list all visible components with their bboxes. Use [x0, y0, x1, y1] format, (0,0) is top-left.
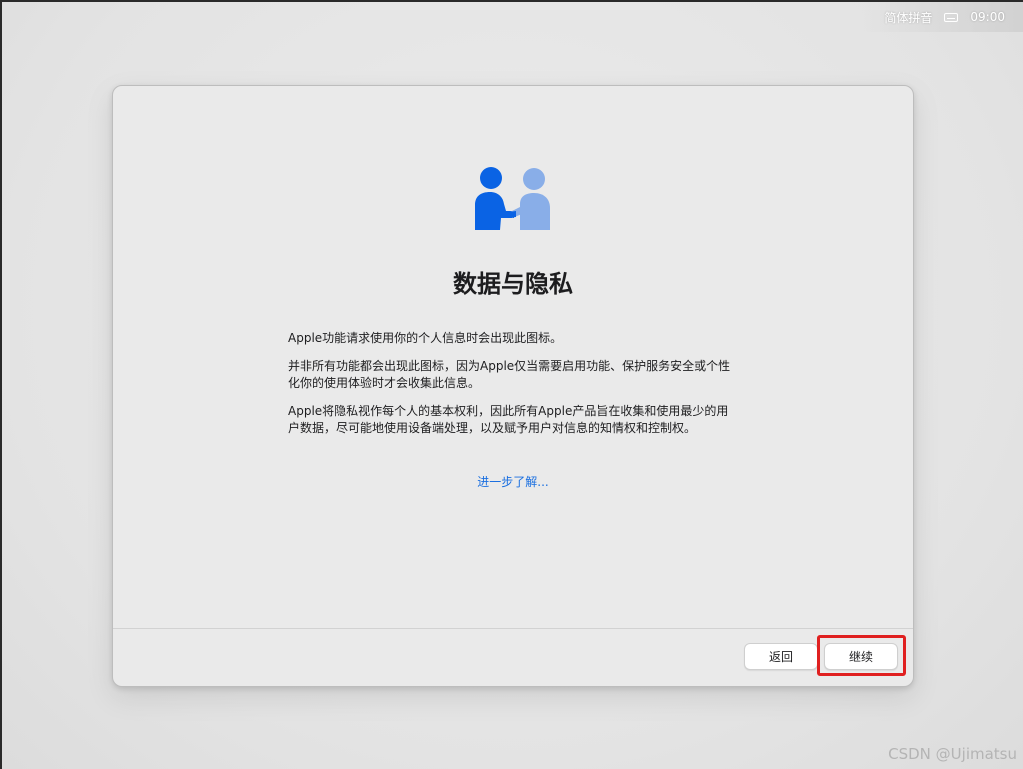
menu-bar-status: 简体拼音 09:00 [863, 2, 1023, 32]
page-title: 数据与隐私 [453, 270, 573, 298]
clock-time[interactable]: 09:00 [970, 10, 1005, 24]
input-method-label[interactable]: 简体拼音 [884, 9, 932, 26]
back-button[interactable]: 返回 [744, 643, 818, 670]
keyboard-icon[interactable] [944, 12, 959, 22]
paragraph-collection-scope: 并非所有功能都会出现此图标，因为Apple仅当需要启用功能、保护服务安全或个性化… [288, 359, 731, 390]
handshake-people-icon [475, 167, 550, 230]
setup-assistant-window: 数据与隐私 Apple功能请求使用你的个人信息时会出现此图标。 并非所有功能都会… [112, 85, 914, 687]
learn-more-link[interactable]: 进一步了解... [113, 473, 913, 490]
privacy-description: Apple功能请求使用你的个人信息时会出现此图标。 并非所有功能都会出现此图标，… [288, 330, 738, 448]
watermark: CSDN @Ujimatsu [888, 745, 1017, 763]
screen-left-edge [0, 0, 2, 769]
paragraph-privacy-right: Apple将隐私视作每个人的基本权利，因此所有Apple产品旨在收集和使用最少的… [288, 404, 729, 435]
paragraph-icon-usage: Apple功能请求使用你的个人信息时会出现此图标。 [288, 331, 563, 345]
footer-divider [113, 628, 913, 629]
continue-highlight-annotation [817, 635, 906, 676]
